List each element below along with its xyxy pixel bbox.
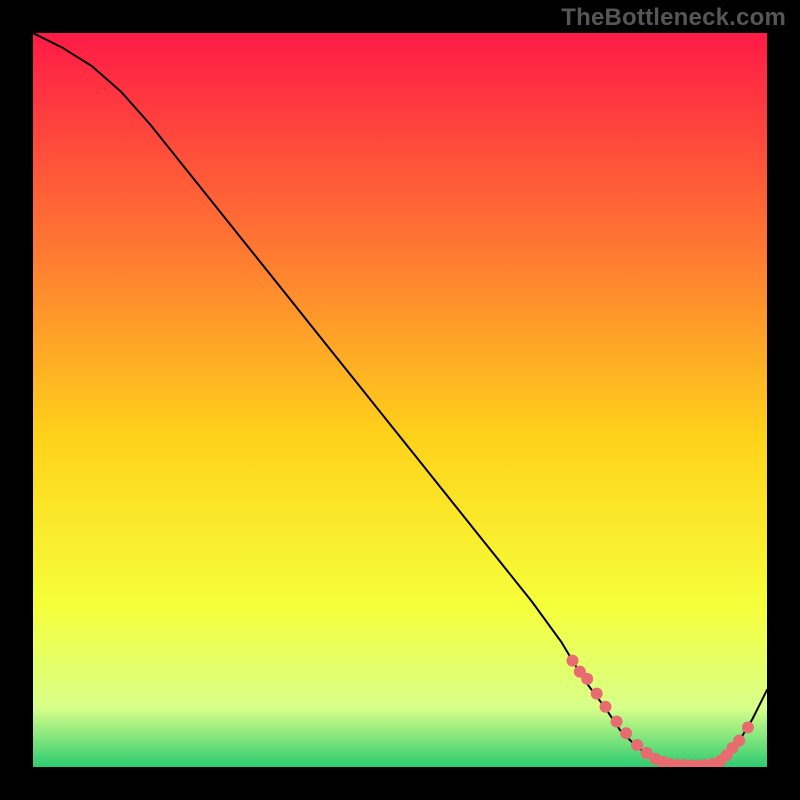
plot-area <box>33 33 767 767</box>
marker-dot <box>611 715 623 727</box>
marker-dot <box>581 673 593 685</box>
watermark-text: TheBottleneck.com <box>561 4 786 32</box>
chart-frame: TheBottleneck.com <box>0 0 800 800</box>
plot-svg <box>33 33 767 767</box>
marker-dot <box>600 701 612 713</box>
marker-dot <box>566 655 578 667</box>
marker-dot <box>733 735 745 747</box>
marker-dot <box>742 721 754 733</box>
marker-dot <box>631 739 643 751</box>
marker-dot <box>591 688 603 700</box>
gradient-background <box>33 33 767 767</box>
marker-dot <box>620 727 632 739</box>
